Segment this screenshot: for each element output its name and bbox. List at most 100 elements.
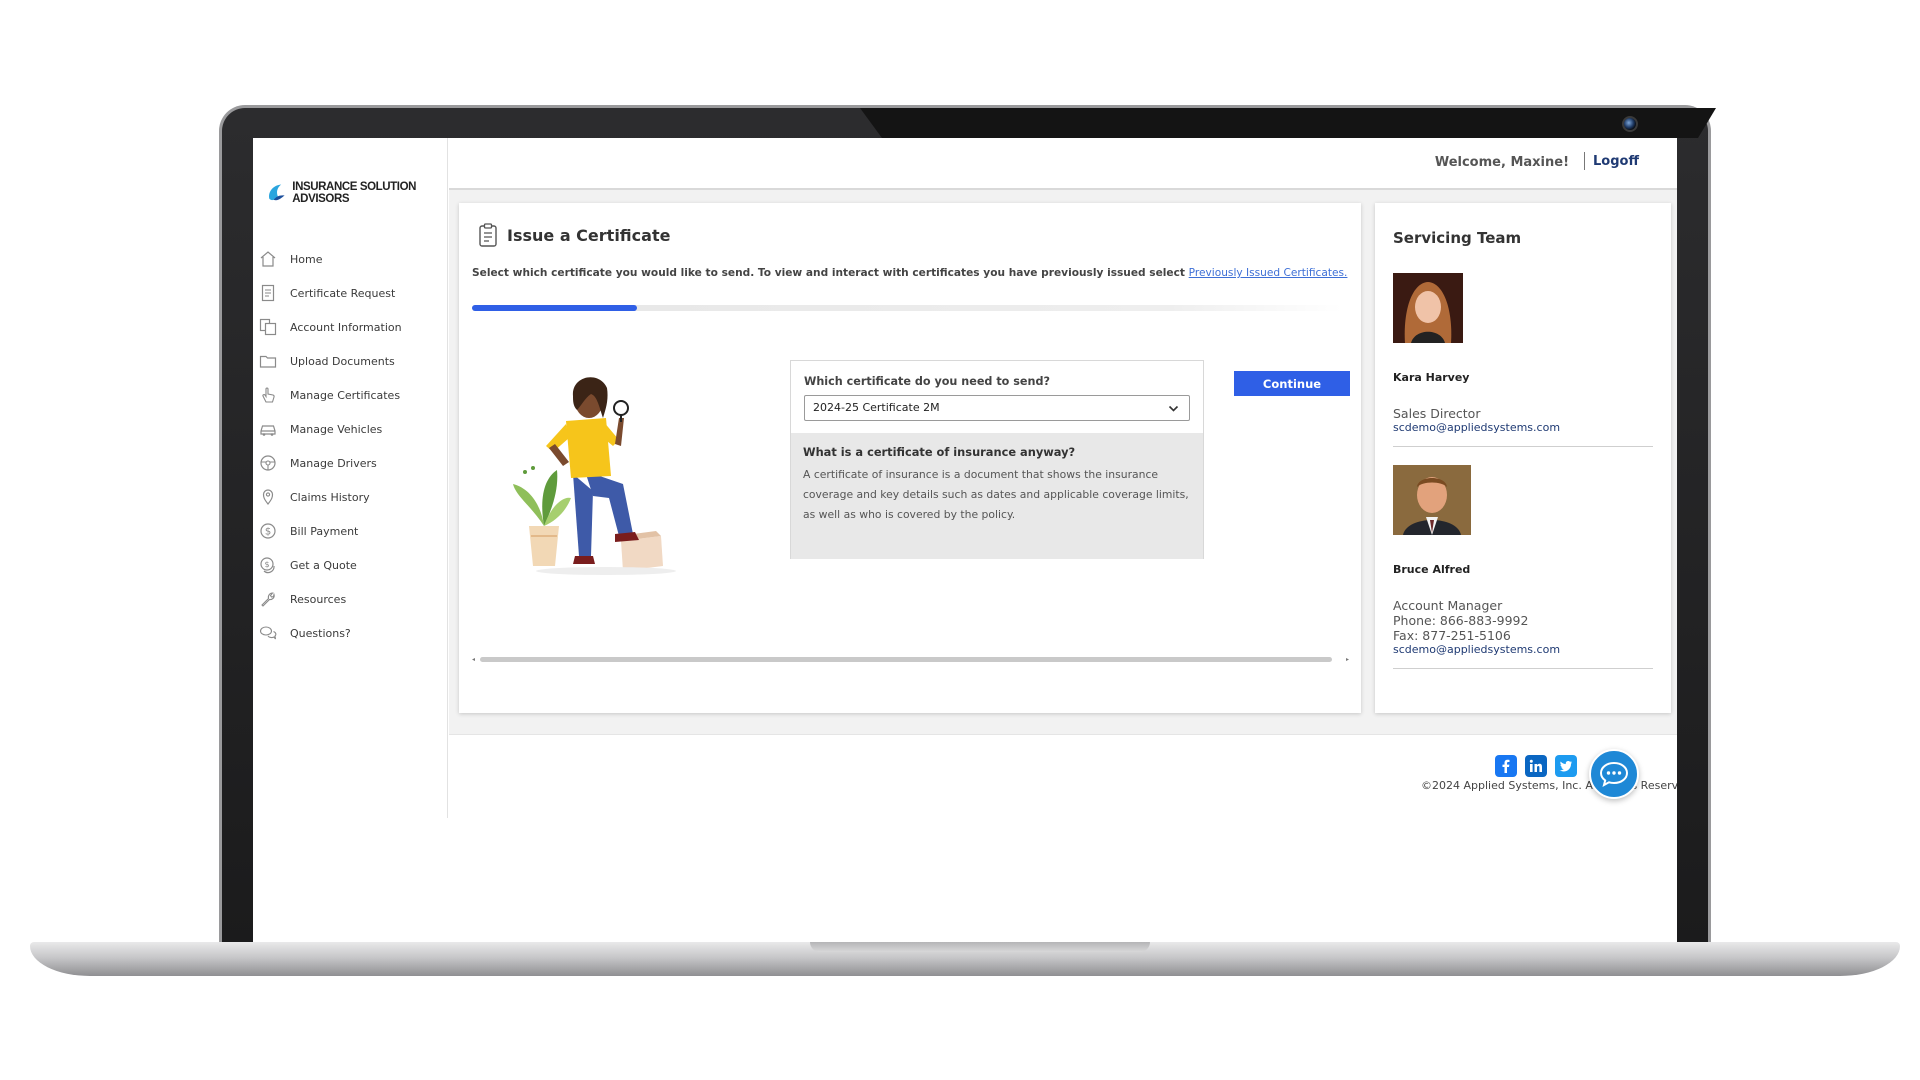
selected-option: 2024-25 Certificate 2M (813, 401, 940, 414)
sidebar-item-manage-drivers[interactable]: Manage Drivers (257, 446, 447, 480)
facebook-icon[interactable] (1495, 755, 1517, 777)
welcome-message: Welcome, Maxine! (1434, 155, 1569, 170)
sidebar-item-label: Certificate Request (290, 286, 396, 300)
car-icon (260, 425, 276, 436)
sidebar-item-upload-documents[interactable]: Upload Documents (257, 344, 447, 378)
sidebar-item-label: Home (290, 252, 323, 266)
svg-text:$: $ (264, 560, 269, 569)
sidebar-item-label: Questions? (290, 626, 351, 640)
scroll-left-arrow-icon[interactable]: ◂ (472, 656, 475, 663)
linkedin-icon[interactable] (1525, 755, 1547, 777)
progress-fill (472, 305, 638, 311)
sidebar-item-certificate-request[interactable]: Certificate Request (257, 276, 447, 310)
avatar (1393, 465, 1471, 535)
dollar-circle-icon: $ (260, 523, 276, 539)
previously-issued-certificates-link[interactable]: Previously Issued Certificates. (1189, 267, 1348, 279)
sidebar-item-manage-certificates[interactable]: Manage Certificates (257, 378, 447, 412)
laptop-groove (810, 942, 1150, 952)
certificate-select[interactable]: 2024-25 Certificate 2M (804, 395, 1190, 421)
question-label: Which certificate do you need to send? (804, 375, 1050, 388)
sidebar-item-bill-payment[interactable]: $ Bill Payment (257, 514, 447, 548)
chat-icon (1599, 761, 1629, 787)
description-text: Select which certificate you would like … (472, 267, 1185, 279)
team-member: Kara Harvey Sales Director scdemo@applie… (1393, 273, 1653, 447)
brand-name: INSURANCE SOLUTION ADVISORS (292, 181, 417, 205)
member-role: Account Manager (1393, 598, 1503, 613)
member-name: Bruce Alfred (1393, 563, 1471, 576)
team-member: Bruce Alfred Account Manager Phone: 866-… (1393, 465, 1653, 669)
woman-with-magnifier-illustration (513, 377, 676, 575)
webcam-icon (1622, 116, 1638, 132)
avatar (1393, 273, 1463, 343)
clipboard-icon (479, 223, 497, 247)
member-phone: Phone: 866-883-9992 (1393, 613, 1529, 628)
member-name: Kara Harvey (1393, 371, 1470, 384)
hand-pointer-icon (262, 387, 275, 403)
sidebar-item-resources[interactable]: Resources (257, 582, 447, 616)
folder-icon (259, 355, 277, 368)
wrench-icon (261, 592, 275, 607)
continue-button[interactable]: Continue (1234, 371, 1350, 396)
svg-text:$: $ (265, 527, 271, 538)
sidebar-item-claims-history[interactable]: Claims History (257, 480, 447, 514)
divider (1393, 668, 1653, 669)
member-fax: Fax: 877-251-5106 (1393, 628, 1511, 643)
sidebar: INSURANCE SOLUTION ADVISORS Home Certifi… (253, 138, 448, 818)
chevron-down-icon (1168, 405, 1179, 412)
info-panel: What is a certificate of insurance anywa… (791, 433, 1203, 559)
document-icon (261, 284, 275, 302)
map-pin-icon (262, 489, 274, 505)
sidebar-item-label: Claims History (290, 490, 370, 504)
laptop-base (30, 942, 1900, 976)
coins-icon: $ (260, 557, 275, 574)
page-title: Issue a Certificate (507, 225, 671, 245)
sidebar-item-label: Get a Quote (290, 558, 357, 572)
home-icon (260, 251, 276, 267)
issue-certificate-card: Issue a Certificate Select which certifi… (459, 203, 1361, 713)
copyright-text: ©2024 Applied Systems, Inc. All Rights R… (1421, 779, 1677, 792)
member-email-link[interactable]: scdemo@appliedsystems.com (1393, 421, 1653, 434)
copy-documents-icon (259, 318, 277, 336)
progress-bar (472, 305, 1342, 311)
sidebar-item-account-information[interactable]: Account Information (257, 310, 447, 344)
sidebar-item-label: Account Information (290, 320, 402, 334)
brand-logo[interactable]: INSURANCE SOLUTION ADVISORS (266, 180, 447, 206)
bird-logo-icon (269, 184, 285, 201)
chat-bubbles-icon (259, 626, 277, 640)
info-title: What is a certificate of insurance anywa… (803, 445, 1076, 459)
main-content: Welcome, Maxine! Logoff Issue a Certific… (449, 138, 1677, 942)
sidebar-item-label: Manage Vehicles (290, 422, 383, 436)
sidebar-item-label: Resources (290, 592, 347, 606)
chat-button[interactable] (1589, 749, 1639, 799)
divider (1584, 152, 1585, 170)
sidebar-item-get-a-quote[interactable]: $ Get a Quote (257, 548, 447, 582)
horizontal-scrollbar[interactable]: ◂ ▸ (472, 655, 1349, 663)
sidebar-item-label: Upload Documents (290, 354, 395, 368)
twitter-icon[interactable] (1555, 755, 1577, 777)
certificate-question-box: Which certificate do you need to send? 2… (790, 360, 1204, 559)
laptop-notch (860, 108, 1716, 138)
servicing-team-card: Servicing Team Kara Harvey Sales Directo… (1375, 203, 1671, 713)
footer: ©2024 Applied Systems, Inc. All Rights R… (449, 734, 1677, 942)
sidebar-item-label: Manage Drivers (290, 456, 377, 470)
sidebar-item-questions[interactable]: Questions? (257, 616, 447, 650)
sidebar-nav: Home Certificate Request Account Informa… (257, 242, 447, 650)
logoff-link[interactable]: Logoff (1593, 154, 1639, 169)
steering-wheel-icon (260, 455, 276, 471)
info-text: A certificate of insurance is a document… (803, 468, 1189, 521)
team-title: Servicing Team (1393, 229, 1522, 247)
card-header: Issue a Certificate (478, 223, 670, 247)
social-links (1495, 755, 1577, 777)
member-role: Sales Director (1393, 406, 1481, 421)
scrollbar-thumb[interactable] (480, 657, 1332, 662)
top-bar: Welcome, Maxine! Logoff (449, 138, 1677, 190)
scroll-right-arrow-icon[interactable]: ▸ (1346, 656, 1349, 663)
sidebar-item-manage-vehicles[interactable]: Manage Vehicles (257, 412, 447, 446)
card-description: Select which certificate you would like … (472, 267, 1347, 279)
member-email-link[interactable]: scdemo@appliedsystems.com (1393, 643, 1653, 656)
divider (1393, 446, 1653, 447)
sidebar-item-label: Manage Certificates (290, 388, 401, 402)
app-screen: INSURANCE SOLUTION ADVISORS Home Certifi… (253, 138, 1677, 942)
sidebar-item-label: Bill Payment (290, 524, 359, 538)
sidebar-item-home[interactable]: Home (257, 242, 447, 276)
